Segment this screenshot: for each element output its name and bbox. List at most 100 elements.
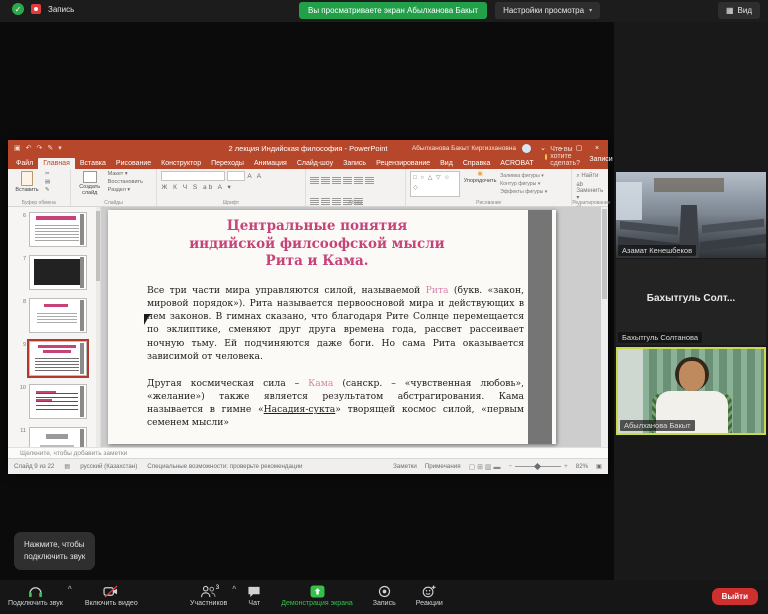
video-tile-azamat[interactable]: Азамат Кенешбеков xyxy=(616,172,766,258)
spellcheck-icon[interactable]: ▤ xyxy=(64,463,70,470)
ribbon-tab-Файл[interactable]: Файл xyxy=(11,158,38,169)
view-settings-button[interactable]: Настройки просмотра ▾ xyxy=(495,2,600,19)
notes-toggle[interactable]: Заметки xyxy=(393,463,417,470)
slide-thumbnail-6[interactable]: 6 xyxy=(18,212,100,247)
shape-outline-button[interactable]: Контур фигуры ▾ xyxy=(500,181,547,187)
thumbnail-preview[interactable] xyxy=(29,298,87,333)
font-style-buttons[interactable]: Ж К Ч S ab A ▾ xyxy=(161,183,232,191)
thumbnail-preview[interactable] xyxy=(29,384,87,419)
reset-button[interactable]: Восстановить xyxy=(108,179,143,185)
ribbon-tab-Справка[interactable]: Справка xyxy=(458,158,495,169)
pen-icon[interactable]: ✎ xyxy=(47,144,53,152)
arrange-button[interactable]: ▣ Упорядочить xyxy=(463,171,497,184)
ribbon-tab-Вставка[interactable]: Вставка xyxy=(75,158,111,169)
mouse-cursor xyxy=(144,314,153,325)
font-size-combobox[interactable] xyxy=(227,171,245,181)
replace-button[interactable]: ab Заменить ▾ xyxy=(576,182,604,201)
thumbnail-preview[interactable] xyxy=(29,341,87,376)
copy-icon[interactable]: ▤ xyxy=(45,179,50,185)
chevron-down-icon: ▾ xyxy=(589,7,592,14)
undo-icon[interactable]: ↶ xyxy=(26,144,32,152)
share-screen-button[interactable]: Демонстрация экрана xyxy=(281,585,353,607)
ribbon-tab-Слайд-шоу[interactable]: Слайд-шоу xyxy=(292,158,338,169)
close-icon[interactable]: × xyxy=(591,145,603,152)
viewing-screen-banner: Вы просматриваете экран Абылханова Бакыт xyxy=(299,2,487,19)
cut-icon[interactable]: ✂ xyxy=(45,171,50,177)
participants-options-chevron[interactable]: ^ xyxy=(232,586,236,593)
new-slide-icon xyxy=(83,171,97,183)
ribbon-tab-Рецензирование[interactable]: Рецензирование xyxy=(371,158,435,169)
slide[interactable]: Центральные понятия индийской филсоофско… xyxy=(108,210,556,444)
slide-thumbnail-11[interactable]: 11 xyxy=(18,427,100,447)
comments-toggle[interactable]: Примечания xyxy=(425,463,461,470)
thumbnail-scrollbar[interactable] xyxy=(96,207,100,447)
records-button[interactable]: Записи xyxy=(589,156,612,163)
chat-button[interactable]: Чат xyxy=(247,585,261,607)
ribbon-tab-Переходы[interactable]: Переходы xyxy=(206,158,249,169)
view-mode-buttons[interactable]: ▢ ⊞ ▥ ▬ xyxy=(469,463,501,471)
shapes-gallery[interactable]: □ ○ △ ▽ ☆ ◇ xyxy=(410,171,460,197)
ribbon-tab-ACROBAT[interactable]: ACROBAT xyxy=(495,158,538,169)
slide-thumbnail-panel[interactable]: 6 7 8 9 10 11 xyxy=(8,207,101,447)
slide-title[interactable]: Центральные понятия индийской филсоофско… xyxy=(128,218,506,271)
shape-effects-button[interactable]: Эффекты фигуры ▾ xyxy=(500,189,547,195)
video-tile-bakhytgul[interactable]: Бахытгуль Солт... Бахытгуль Солтанова xyxy=(616,259,766,345)
thumbnail-preview[interactable] xyxy=(29,212,87,247)
ribbon-tab-Рисование[interactable]: Рисование xyxy=(111,158,156,169)
connect-audio-tooltip: Нажмите, чтобы подключить звук xyxy=(14,532,95,570)
list-buttons[interactable] xyxy=(310,171,376,189)
layout-button[interactable]: Макет ▾ xyxy=(108,171,143,177)
find-button[interactable]: ⌕ Найти xyxy=(576,173,604,180)
reactions-button[interactable]: Реакции xyxy=(416,585,443,607)
security-shield-icon[interactable]: ✓ xyxy=(12,3,24,15)
quick-access-toolbar[interactable]: ▣ ↶ ↷ ✎ ▾ xyxy=(14,144,62,152)
ribbon-tab-Вид[interactable]: Вид xyxy=(435,158,458,169)
zoom-slider[interactable]: −+ xyxy=(509,463,568,470)
ribbon-tab-Анимация[interactable]: Анимация xyxy=(249,158,292,169)
canvas-scrollbar[interactable] xyxy=(601,207,608,447)
audio-options-chevron[interactable]: ^ xyxy=(68,586,72,593)
ribbon-tab-Главная[interactable]: Главная xyxy=(38,158,75,169)
slide-thumbnail-8[interactable]: 8 xyxy=(18,298,100,333)
paste-button[interactable]: Вставить xyxy=(12,171,42,193)
ribbon-tab-Конструктор[interactable]: Конструктор xyxy=(156,158,206,169)
save-icon[interactable]: ▣ xyxy=(14,144,21,152)
ribbon-display-icon[interactable]: ⌄ xyxy=(537,144,549,152)
start-video-button[interactable]: Включить видео xyxy=(85,585,138,607)
restore-icon[interactable]: ▢ xyxy=(573,144,585,152)
slide-paragraph-rita[interactable]: Все три части мира управляются силой, на… xyxy=(147,284,524,363)
paragraph-group: Абзац xyxy=(306,169,407,206)
thumbnail-preview[interactable] xyxy=(29,255,87,290)
format-painter-icon[interactable]: ✎ xyxy=(45,187,50,193)
account-avatar[interactable] xyxy=(522,144,531,153)
record-button[interactable]: Запись xyxy=(373,585,396,607)
slide-paragraph-kama[interactable]: Другая космическая сила – Кама (санскр. … xyxy=(147,377,524,430)
slide-editing-area[interactable]: Центральные понятия индийской филсоофско… xyxy=(101,207,608,447)
new-slide-button[interactable]: Создать слайд xyxy=(75,171,105,196)
notes-pane[interactable]: Щелкните, чтобы добавить заметки xyxy=(8,447,608,458)
thumbnail-preview[interactable] xyxy=(29,427,87,447)
minimize-icon[interactable]: – xyxy=(555,145,567,152)
slides-group: Создать слайд Макет ▾ Восстановить Разде… xyxy=(71,169,158,206)
join-audio-button[interactable]: Подключить звук ^ xyxy=(8,585,63,607)
view-button[interactable]: ▦ Вид xyxy=(718,2,760,19)
qat-dropdown-icon[interactable]: ▾ xyxy=(58,144,62,152)
zoom-top-bar: ✓ Запись Вы просматриваете экран Абылхан… xyxy=(0,0,768,22)
leave-meeting-button[interactable]: Выйти xyxy=(712,588,758,605)
redo-icon[interactable]: ↷ xyxy=(37,144,43,152)
accessibility-checker[interactable]: Специальные возможности: проверьте реком… xyxy=(147,463,302,470)
shape-fill-button[interactable]: Заливка фигуры ▾ xyxy=(500,173,547,179)
ribbon-tab-Запись[interactable]: Запись xyxy=(338,158,371,169)
language-indicator[interactable]: русский (Казахстан) xyxy=(80,463,137,470)
zoom-level[interactable]: 82% xyxy=(576,463,588,470)
slide-thumbnail-7[interactable]: 7 xyxy=(18,255,100,290)
clipboard-icon xyxy=(21,171,33,186)
participants-button[interactable]: 3 Участников ^ xyxy=(190,585,227,607)
section-button[interactable]: Раздел ▾ xyxy=(108,187,143,193)
slide-thumbnail-9[interactable]: 9 xyxy=(18,341,100,376)
fit-slide-icon[interactable]: ▣ xyxy=(596,463,602,470)
video-tile-abylkhanova-active-speaker[interactable]: Абылханова Бакыт xyxy=(616,347,766,435)
grow-shrink-font-icons[interactable]: A A xyxy=(247,173,263,180)
slide-thumbnail-10[interactable]: 10 xyxy=(18,384,100,419)
font-name-combobox[interactable] xyxy=(161,171,225,181)
